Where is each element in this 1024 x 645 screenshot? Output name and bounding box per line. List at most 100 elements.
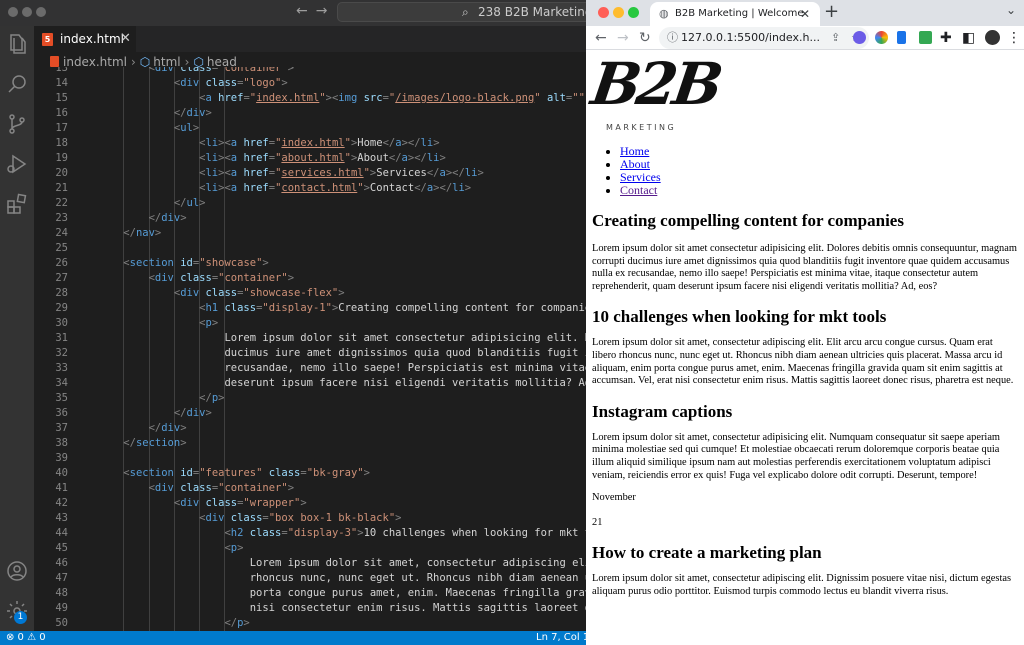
cursor-position[interactable]: Ln 7, Col 14 bbox=[536, 631, 586, 645]
code-line: 41 <div class="container"> bbox=[34, 481, 586, 496]
nav-link-home[interactable]: Home bbox=[620, 144, 649, 158]
code-line: 38 </section> bbox=[34, 436, 586, 451]
window-minimize-dot[interactable] bbox=[613, 7, 624, 18]
address-bar[interactable]: ⓘ 127.0.0.1:5500/index.h... ⇪ ☆ bbox=[659, 27, 869, 49]
nav-link-about[interactable]: About bbox=[620, 157, 650, 171]
problems-indicator[interactable]: ⊗ 0 ⚠ 0 bbox=[6, 631, 46, 645]
line-number: 28 bbox=[55, 287, 68, 299]
window-close-dot[interactable] bbox=[8, 7, 18, 17]
window-zoom-dot[interactable] bbox=[628, 7, 639, 18]
line-number: 46 bbox=[55, 557, 68, 569]
extension-4-icon[interactable] bbox=[919, 31, 932, 44]
code-editor[interactable]: 13 <div class="container"> 14 <div class=… bbox=[34, 67, 586, 631]
kebab-menu-icon[interactable]: ⋮ bbox=[1007, 28, 1021, 48]
settings-update-badge: 1 bbox=[14, 611, 27, 624]
side-panel-icon[interactable]: ◧ bbox=[962, 28, 975, 48]
code-token: img bbox=[338, 92, 358, 104]
code-token: ul bbox=[180, 122, 193, 134]
run-debug-icon[interactable] bbox=[5, 152, 29, 176]
code-token: "logo" bbox=[243, 77, 282, 89]
line-number: 23 bbox=[55, 212, 68, 224]
code-line: 33 recusandae, nemo illo saepe! Perspici… bbox=[34, 361, 586, 376]
nav-back-button[interactable]: ← bbox=[296, 3, 308, 19]
line-number: 44 bbox=[55, 527, 68, 539]
tab-index-html[interactable]: 5 index.html ✕ bbox=[34, 26, 136, 52]
back-arrow-icon[interactable]: ← bbox=[595, 28, 607, 48]
code-token: > bbox=[243, 617, 250, 629]
explorer-icon[interactable] bbox=[5, 32, 29, 56]
code-token: li bbox=[426, 152, 440, 164]
share-icon[interactable]: ⇪ bbox=[831, 27, 840, 49]
nav-link-contact[interactable]: Contact bbox=[620, 183, 657, 197]
extension-1-icon[interactable] bbox=[853, 31, 866, 44]
code-token: > bbox=[363, 467, 370, 479]
browser-toolbar: ← → ↻ ⓘ 127.0.0.1:5500/index.h... ⇪ ☆ ✚ … bbox=[586, 26, 1024, 50]
code-line: 42 <div class="wrapper"> bbox=[34, 496, 586, 511]
code-token: div bbox=[154, 272, 174, 284]
code-token: div bbox=[154, 67, 174, 74]
profile-avatar[interactable] bbox=[985, 30, 1000, 45]
code-token: href bbox=[218, 92, 244, 104]
code-token: </ bbox=[199, 392, 212, 404]
command-center[interactable]: ⌕ 238 B2B Marketing bbox=[337, 2, 586, 22]
code-token: "" bbox=[572, 92, 585, 104]
code-token: li bbox=[205, 152, 219, 164]
line-number: 31 bbox=[55, 332, 68, 344]
nav-forward-button[interactable]: → bbox=[316, 3, 328, 19]
feature-heading-instagram: Instagram captions bbox=[592, 401, 733, 421]
window-zoom-dot[interactable] bbox=[36, 7, 46, 17]
search-icon[interactable] bbox=[5, 72, 29, 96]
code-line: 17 <ul> bbox=[34, 121, 586, 136]
source-control-icon[interactable] bbox=[5, 112, 29, 136]
extensions-puzzle-icon[interactable]: ✚ bbox=[940, 28, 952, 48]
code-token: > bbox=[218, 392, 225, 404]
window-close-dot[interactable] bbox=[598, 7, 609, 18]
extensions-icon[interactable] bbox=[5, 192, 29, 216]
site-info-icon[interactable]: ⓘ bbox=[667, 27, 678, 49]
line-number: 17 bbox=[55, 122, 68, 134]
forward-arrow-icon[interactable]: → bbox=[617, 28, 629, 48]
line-number: 36 bbox=[55, 407, 68, 419]
tab-close-icon[interactable]: ✕ bbox=[120, 26, 131, 52]
site-logo[interactable]: B2B MARKETING bbox=[587, 50, 723, 140]
nav-item-services: Services bbox=[620, 171, 1018, 184]
code-token: div bbox=[180, 287, 200, 299]
account-icon[interactable] bbox=[5, 559, 29, 583]
line-number: 43 bbox=[55, 512, 68, 524]
date-day: 21 bbox=[592, 516, 603, 528]
code-line: 46 Lorem ipsum dolor sit amet, consectet… bbox=[34, 556, 586, 571]
browser-tab[interactable]: ◍ B2B Marketing | Welcome ✕ bbox=[650, 2, 820, 26]
code-line: 49 nisi consectetur enim risus. Mattis s… bbox=[34, 601, 586, 616]
chrome-extension-icon[interactable] bbox=[875, 31, 888, 44]
code-token: rhoncus nunc, nunc eget ut. Rhoncus nibh… bbox=[249, 572, 586, 584]
browser-tab-title: B2B Marketing | Welcome bbox=[675, 8, 804, 19]
nav-link-services[interactable]: Services bbox=[620, 170, 661, 184]
code-line: 35 </p> bbox=[34, 391, 586, 406]
extension-3-icon[interactable] bbox=[897, 31, 906, 44]
code-token: </ bbox=[426, 167, 440, 179]
code-line: 29 <h1 class="display-1">Creating compel… bbox=[34, 301, 586, 316]
new-tab-button[interactable]: + bbox=[824, 1, 839, 22]
line-number: 49 bbox=[55, 602, 68, 614]
line-number: 32 bbox=[55, 347, 68, 359]
line-number: 14 bbox=[55, 77, 68, 89]
code-token: class bbox=[249, 527, 282, 539]
activity-bar bbox=[0, 26, 34, 631]
code-token: Contact bbox=[369, 182, 415, 194]
chevron-down-icon[interactable]: ⌄ bbox=[1006, 3, 1016, 17]
tab-close-icon[interactable]: ✕ bbox=[800, 2, 810, 26]
line-number: 26 bbox=[55, 257, 68, 269]
window-minimize-dot[interactable] bbox=[22, 7, 32, 17]
reload-icon[interactable]: ↻ bbox=[639, 28, 651, 48]
code-token: > bbox=[433, 137, 440, 149]
code-token: section bbox=[129, 467, 174, 479]
feature-paragraph-challenges: Lorem ipsum dolor sit amet, consectetur … bbox=[592, 337, 1014, 387]
code-token: </ bbox=[123, 227, 136, 239]
code-token: services.html bbox=[281, 167, 364, 179]
